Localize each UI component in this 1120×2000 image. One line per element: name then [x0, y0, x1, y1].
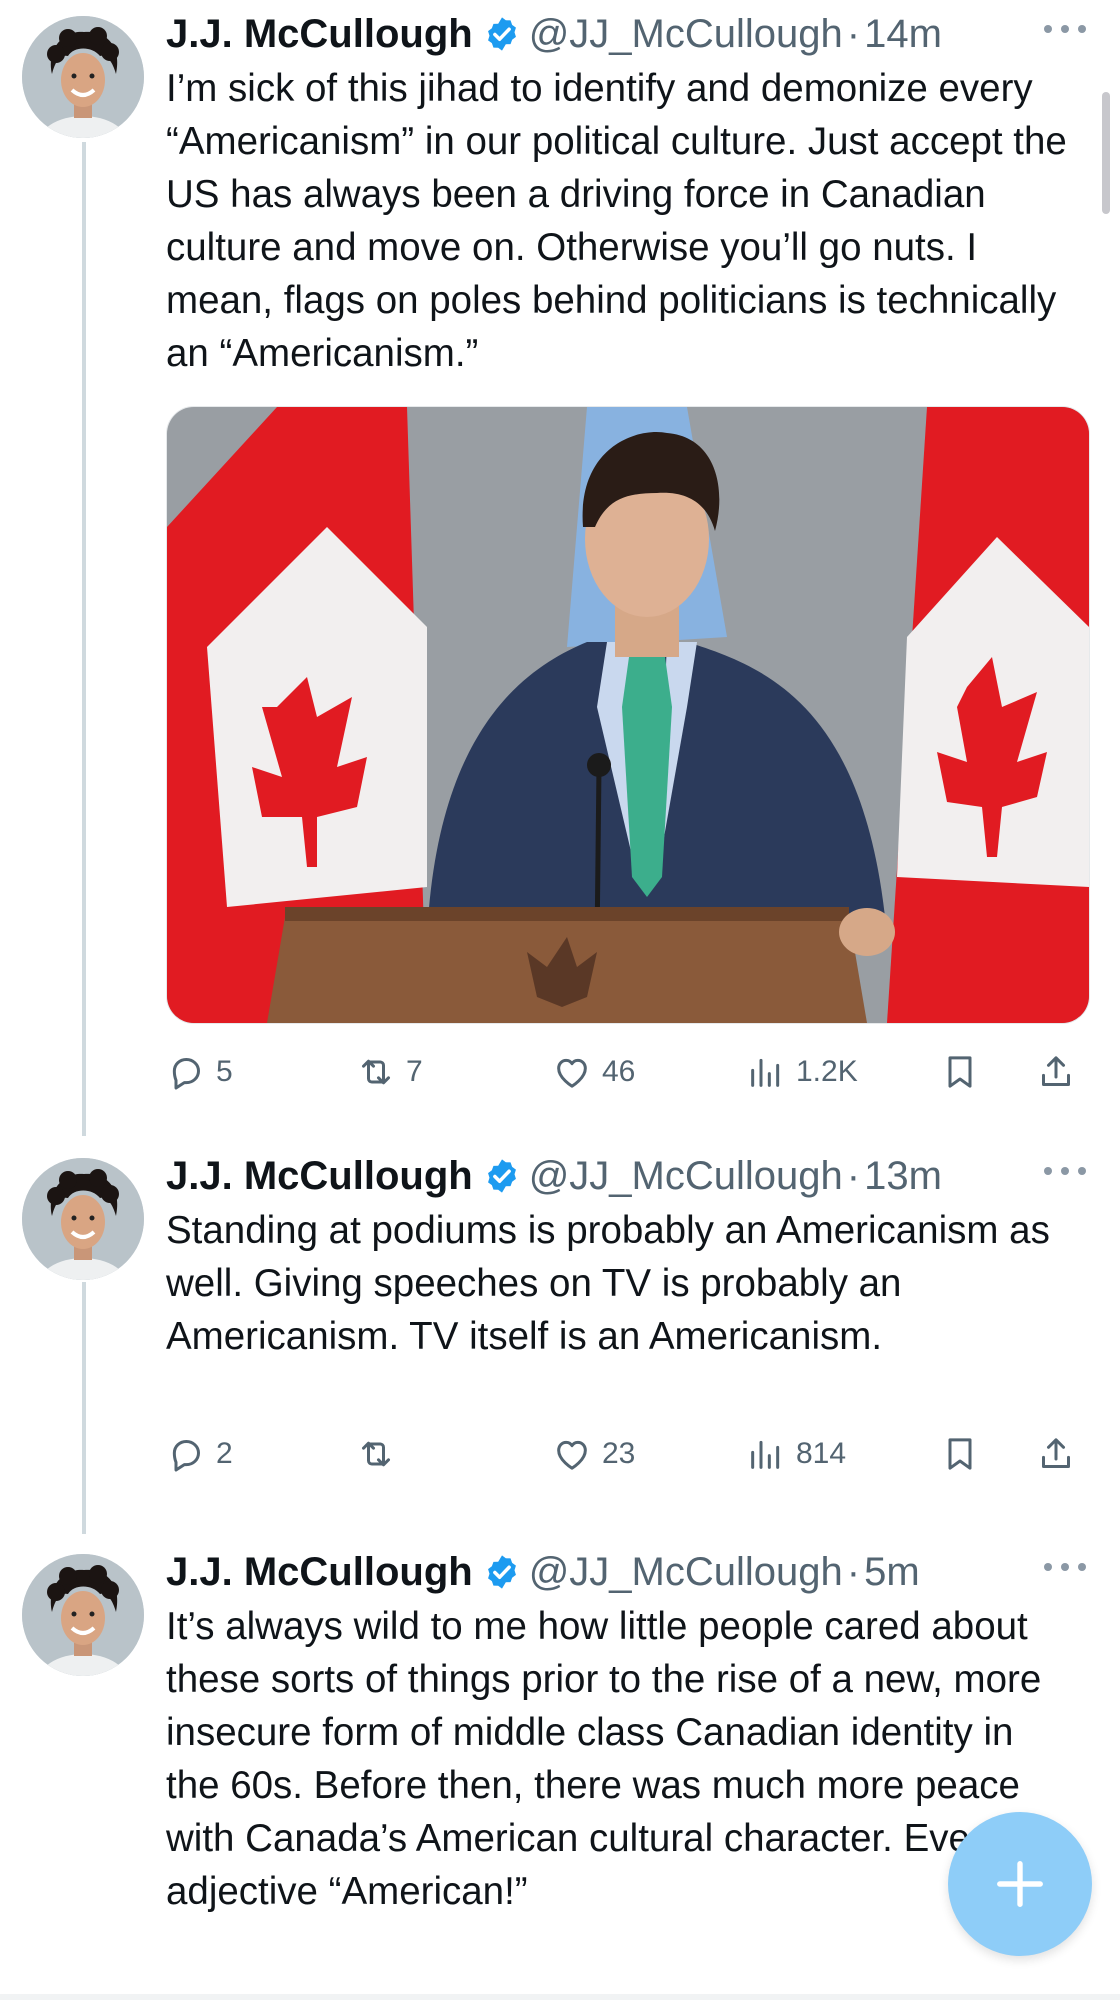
- author-name[interactable]: J.J. McCullough: [166, 1550, 473, 1595]
- views-button[interactable]: 1.2K: [746, 1044, 858, 1100]
- more-dots-icon[interactable]: [1044, 1552, 1086, 1582]
- views-chart-icon: [746, 1052, 786, 1092]
- tweet-text: Standing at podiums is probably an Ameri…: [166, 1209, 1050, 1358]
- author-handle[interactable]: @JJ_McCullough: [529, 1154, 843, 1199]
- bookmark-button[interactable]: [940, 1044, 990, 1100]
- tweet-actions: 2 23 814: [166, 1426, 1086, 1482]
- verified-badge-icon: [483, 15, 521, 53]
- compose-button[interactable]: [948, 1812, 1092, 1956]
- author-name[interactable]: J.J. McCullough: [166, 1154, 473, 1199]
- bottom-bar-edge: [0, 1994, 1120, 2000]
- like-button[interactable]: 23: [552, 1426, 635, 1482]
- more-dots-icon[interactable]: [1044, 1156, 1086, 1186]
- share-button[interactable]: [1036, 1044, 1086, 1100]
- retweet-button[interactable]: [356, 1426, 406, 1482]
- retweet-count: 7: [406, 1055, 423, 1088]
- reply-button[interactable]: 2: [166, 1426, 233, 1482]
- bookmark-icon: [940, 1052, 980, 1092]
- tweet-text: I’m sick of this jihad to identify and d…: [166, 67, 1067, 375]
- retweet-button[interactable]: 7: [356, 1044, 423, 1100]
- like-count: 23: [602, 1437, 636, 1470]
- view-count: 1.2K: [796, 1055, 858, 1088]
- avatar[interactable]: [22, 1158, 144, 1280]
- share-icon: [1036, 1434, 1076, 1474]
- share-button[interactable]: [1036, 1426, 1086, 1482]
- share-icon: [1036, 1052, 1076, 1092]
- tweet-header: J.J. McCullough @JJ_McCullough · 13m: [166, 1154, 942, 1198]
- verified-badge-icon: [483, 1157, 521, 1195]
- views-chart-icon: [746, 1434, 786, 1474]
- timestamp[interactable]: 14m: [864, 12, 942, 57]
- tweet-actions: 5 7 46 1.2K: [166, 1044, 1086, 1100]
- avatar[interactable]: [22, 1554, 144, 1676]
- author-handle[interactable]: @JJ_McCullough: [529, 12, 843, 57]
- view-count: 814: [796, 1437, 847, 1470]
- reply-button[interactable]: 5: [166, 1044, 233, 1100]
- retweet-icon: [356, 1052, 396, 1092]
- views-button[interactable]: 814: [746, 1426, 846, 1482]
- tweet[interactable]: J.J. McCullough @JJ_McCullough · 14m I’m…: [0, 0, 1120, 1120]
- like-count: 46: [602, 1055, 636, 1088]
- avatar[interactable]: [22, 16, 144, 138]
- separator-dot: ·: [846, 11, 861, 56]
- tweet-text: It’s always wild to me how little people…: [166, 1605, 1056, 1913]
- reply-icon: [166, 1052, 206, 1092]
- author-name[interactable]: J.J. McCullough: [166, 12, 473, 57]
- tweet-header: J.J. McCullough @JJ_McCullough · 5m: [166, 1550, 920, 1594]
- author-handle[interactable]: @JJ_McCullough: [529, 1550, 843, 1595]
- heart-icon: [552, 1434, 592, 1474]
- tweet-header: J.J. McCullough @JJ_McCullough · 14m: [166, 12, 942, 56]
- tweet-photo[interactable]: [166, 406, 1090, 1024]
- bookmark-button[interactable]: [940, 1426, 990, 1482]
- verified-badge-icon: [483, 1553, 521, 1591]
- tweet[interactable]: J.J. McCullough @JJ_McCullough · 5m It’s…: [0, 1538, 1120, 2000]
- separator-dot: ·: [846, 1549, 861, 1594]
- timestamp[interactable]: 5m: [864, 1550, 920, 1595]
- bookmark-icon: [940, 1434, 980, 1474]
- heart-icon: [552, 1052, 592, 1092]
- reply-icon: [166, 1434, 206, 1474]
- reply-count: 5: [216, 1055, 233, 1088]
- retweet-icon: [356, 1434, 396, 1474]
- like-button[interactable]: 46: [552, 1044, 635, 1100]
- timestamp[interactable]: 13m: [864, 1154, 942, 1199]
- more-dots-icon[interactable]: [1044, 14, 1086, 44]
- plus-icon: [997, 1861, 1043, 1907]
- reply-count: 2: [216, 1437, 233, 1470]
- separator-dot: ·: [846, 1153, 861, 1198]
- tweet[interactable]: J.J. McCullough @JJ_McCullough · 13m Sta…: [0, 1142, 1120, 1522]
